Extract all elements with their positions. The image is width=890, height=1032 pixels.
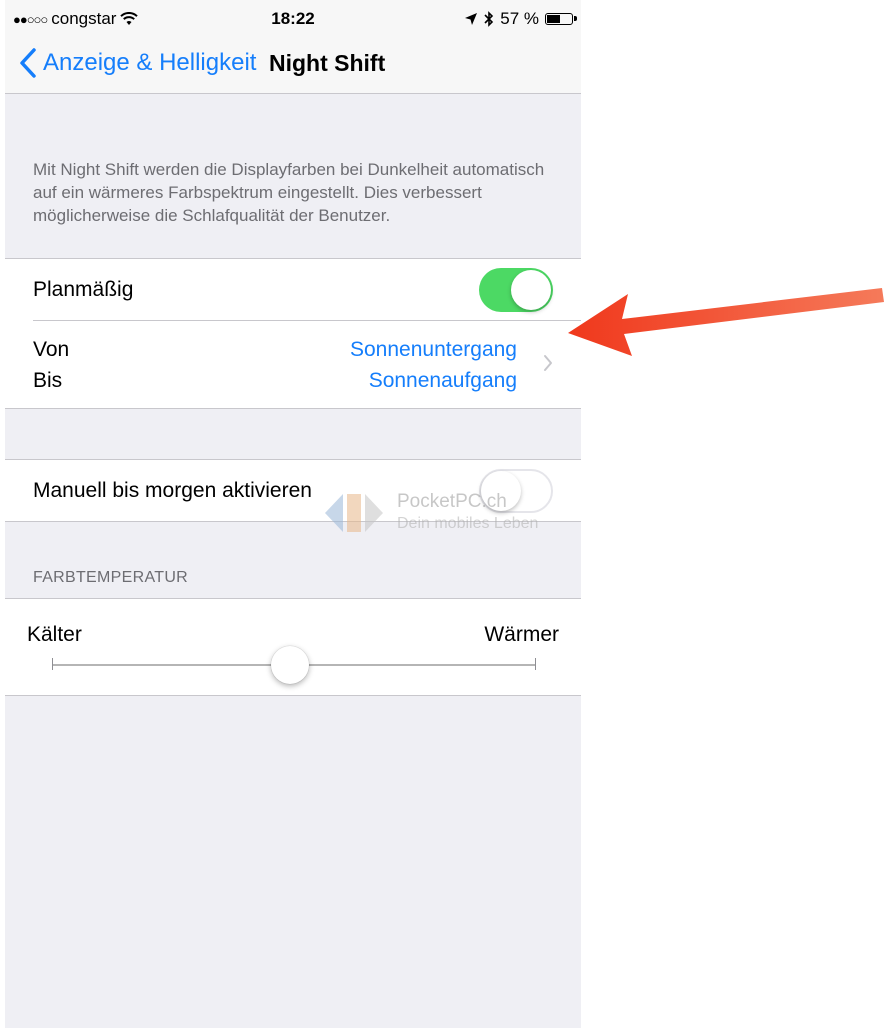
temperature-slider-thumb[interactable] — [271, 646, 309, 684]
navigation-bar: Anzeige & Helligkeit Night Shift — [5, 38, 581, 94]
watermark-tagline: Dein mobiles Leben — [397, 515, 539, 532]
scheduled-row: Planmäßig — [5, 259, 581, 320]
warmer-label: Wärmer — [484, 623, 559, 646]
battery-percent: 57 % — [500, 9, 539, 28]
schedule-group: Planmäßig Von Bis Sonnenuntergang Sonnen… — [5, 258, 581, 409]
watermark-brand: PocketPC.ch — [397, 491, 507, 512]
from-to-row[interactable]: Von Bis Sonnenuntergang Sonnenaufgang — [5, 320, 581, 408]
status-bar: ●●○○○ congstar 18:22 57 % — [5, 0, 581, 38]
section-header-color-temperature: FARBTEMPERATUR — [33, 569, 189, 586]
night-shift-description: Mit Night Shift werden die Displayfarben… — [33, 160, 545, 225]
bluetooth-icon — [484, 11, 494, 27]
chevron-right-icon — [544, 355, 552, 371]
to-label: Bis — [33, 369, 63, 392]
settings-screen: ●●○○○ congstar 18:22 57 % Anzeige & Hell… — [5, 0, 581, 1028]
watermark: PocketPC.ch Dein mobiles Leben — [321, 488, 538, 538]
colder-label: Kälter — [27, 623, 82, 646]
slider-min-cap — [52, 658, 53, 670]
scheduled-toggle[interactable] — [479, 268, 553, 312]
page-title: Night Shift — [269, 50, 386, 76]
slider-max-cap — [535, 658, 536, 670]
back-button-label: Anzeige & Helligkeit — [43, 49, 257, 76]
from-value: Sonnenuntergang — [350, 338, 517, 361]
manual-label: Manuell bis morgen aktivieren — [33, 479, 312, 502]
toggle-knob — [511, 270, 551, 310]
battery-icon — [545, 13, 577, 25]
pocketpc-logo-icon — [325, 494, 383, 532]
from-label: Von — [33, 338, 70, 361]
back-button[interactable]: Anzeige & Helligkeit — [19, 48, 256, 78]
to-value: Sonnenaufgang — [368, 369, 517, 392]
annotation-arrow-icon — [568, 288, 884, 356]
chevron-left-icon — [20, 48, 36, 78]
scheduled-label: Planmäßig — [33, 278, 134, 301]
location-arrow-icon — [465, 13, 478, 25]
